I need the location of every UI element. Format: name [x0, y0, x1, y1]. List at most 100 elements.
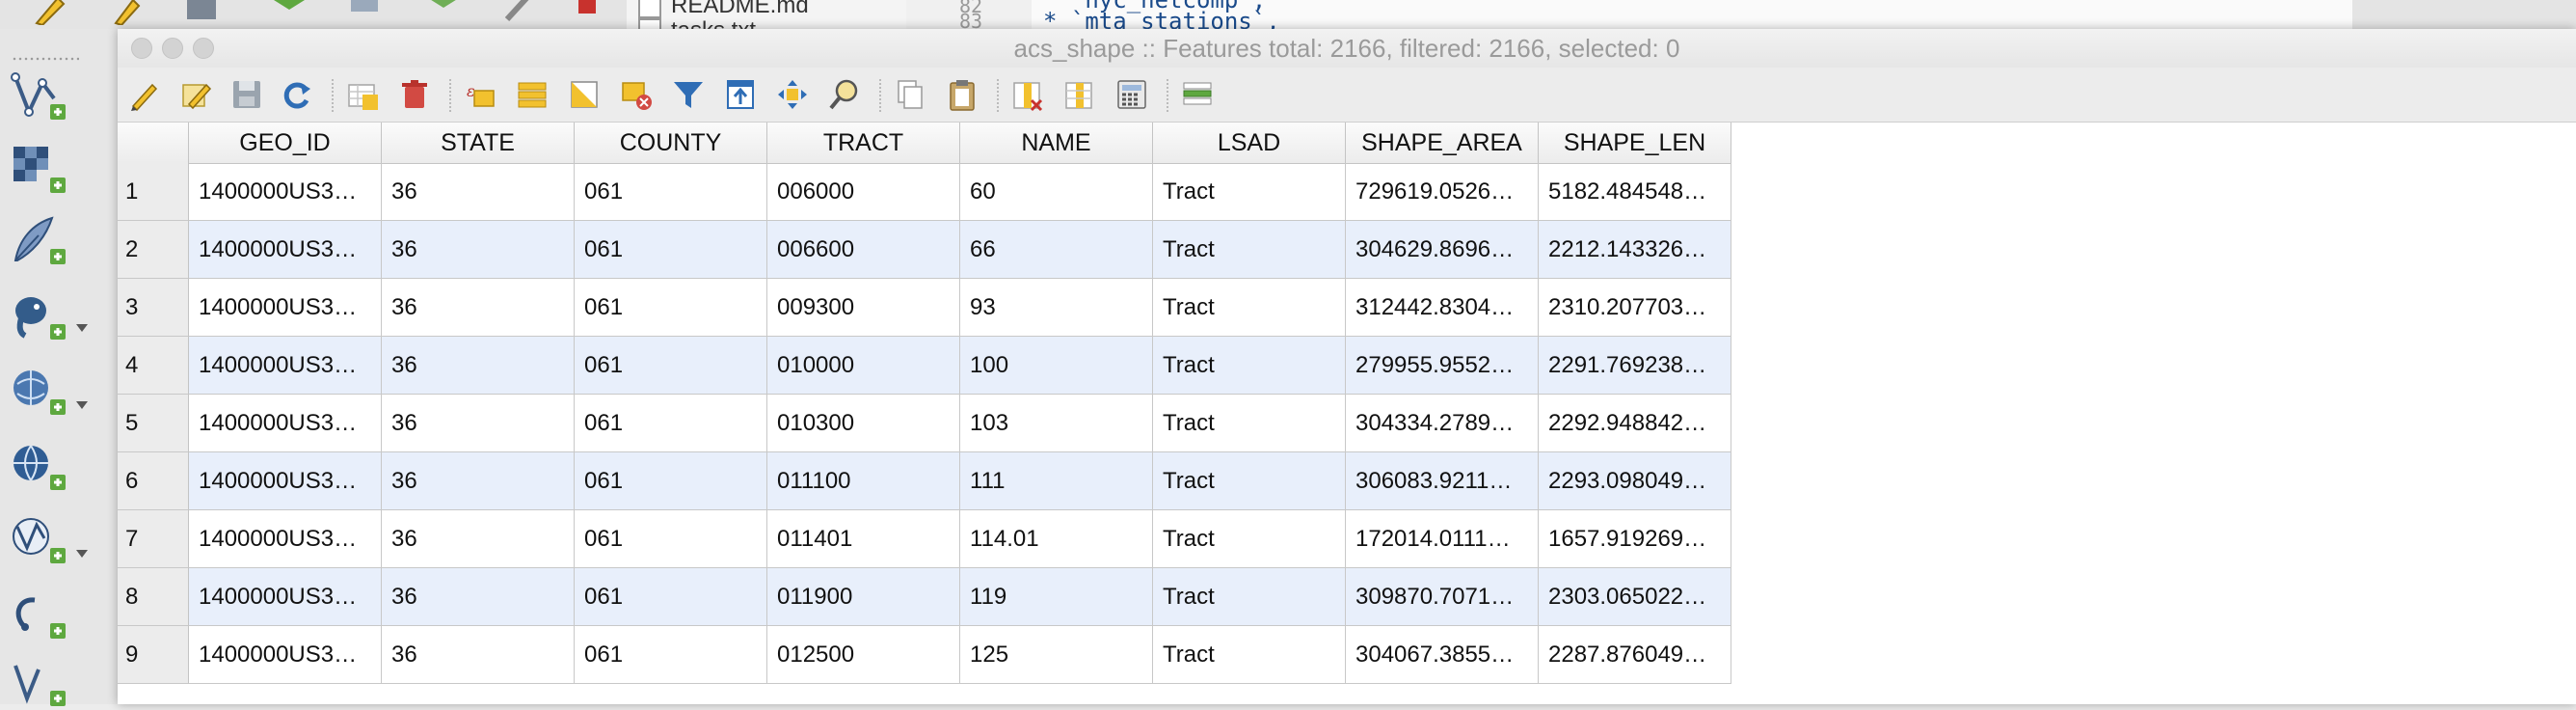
table-cell-shape-len[interactable]: 2310.207703…: [1539, 279, 1731, 337]
table-cell-shape-area[interactable]: 279955.9552…: [1346, 337, 1539, 395]
table-cell-shape-area[interactable]: 309870.7071…: [1346, 568, 1539, 626]
table-cell-lsad[interactable]: Tract: [1153, 279, 1346, 337]
table-cell-state[interactable]: 36: [382, 395, 575, 452]
table-cell-lsad[interactable]: Tract: [1153, 337, 1346, 395]
table-cell-geo-id[interactable]: 1400000US3…: [189, 510, 382, 568]
table-cell-lsad[interactable]: Tract: [1153, 568, 1346, 626]
row-number[interactable]: 8: [118, 568, 189, 626]
table-cell-state[interactable]: 36: [382, 452, 575, 510]
table-cell-shape-area[interactable]: 312442.8304…: [1346, 279, 1539, 337]
table-cell-name[interactable]: 60: [960, 163, 1153, 221]
column-header-lsad[interactable]: LSAD: [1153, 123, 1346, 163]
table-cell-name[interactable]: 111: [960, 452, 1153, 510]
table-cell-county[interactable]: 061: [575, 279, 767, 337]
table-cell-state[interactable]: 36: [382, 568, 575, 626]
open-field-calculator-button[interactable]: [1114, 77, 1149, 112]
table-cell-shape-len[interactable]: 1657.919269…: [1539, 510, 1731, 568]
table-cell-county[interactable]: 061: [575, 452, 767, 510]
add-spatialite-layer-button[interactable]: [8, 365, 77, 419]
add-postgis-layer-button[interactable]: [8, 289, 77, 343]
table-row[interactable]: 7 1400000US3… 36 061 011401 114.01 Tract 172014…: [118, 510, 1731, 568]
add-vector-layer-button[interactable]: [8, 69, 77, 123]
reload-table-button[interactable]: [280, 77, 314, 112]
deselect-all-button[interactable]: [619, 77, 654, 112]
table-cell-lsad[interactable]: Tract: [1153, 510, 1346, 568]
table-row[interactable]: 4 1400000US3… 36 061 010000 100 Tract 279955.95…: [118, 337, 1731, 395]
toolbar-grip[interactable]: [12, 56, 79, 62]
column-header-geo-id[interactable]: GEO_ID: [189, 123, 382, 163]
table-cell-geo-id[interactable]: 1400000US3…: [189, 163, 382, 221]
table-cell-lsad[interactable]: Tract: [1153, 626, 1346, 684]
table-cell-shape-len[interactable]: 2303.065022…: [1539, 568, 1731, 626]
filter-select-features-button[interactable]: [671, 77, 706, 112]
select-by-expression-button[interactable]: ε: [463, 77, 497, 112]
table-cell-tract[interactable]: 011401: [767, 510, 960, 568]
table-cell-shape-len[interactable]: 2291.769238…: [1539, 337, 1731, 395]
table-cell-county[interactable]: 061: [575, 626, 767, 684]
column-header-county[interactable]: COUNTY: [575, 123, 767, 163]
toggle-editing-button[interactable]: [127, 77, 162, 112]
table-cell-shape-len[interactable]: 5182.484548…: [1539, 163, 1731, 221]
table-cell-tract[interactable]: 009300: [767, 279, 960, 337]
table-cell-county[interactable]: 061: [575, 337, 767, 395]
save-edits-button[interactable]: [229, 77, 264, 112]
table-cell-tract[interactable]: 011900: [767, 568, 960, 626]
table-cell-tract[interactable]: 010300: [767, 395, 960, 452]
new-field-button[interactable]: [1062, 77, 1097, 112]
delete-selected-features-button[interactable]: [397, 77, 432, 112]
table-cell-tract[interactable]: 012500: [767, 626, 960, 684]
row-number[interactable]: 6: [118, 452, 189, 510]
table-row[interactable]: 9 1400000US3… 36 061 012500 125 Tract 304067.38…: [118, 626, 1731, 684]
add-feature-button[interactable]: [345, 77, 380, 112]
invert-selection-button[interactable]: [567, 77, 602, 112]
table-cell-lsad[interactable]: Tract: [1153, 452, 1346, 510]
chevron-down-icon[interactable]: [75, 548, 89, 560]
row-number[interactable]: 7: [118, 510, 189, 568]
table-cell-geo-id[interactable]: 1400000US3…: [189, 337, 382, 395]
table-cell-geo-id[interactable]: 1400000US3…: [189, 568, 382, 626]
table-cell-lsad[interactable]: Tract: [1153, 395, 1346, 452]
table-row[interactable]: 2 1400000US3… 36 061 006600 66 Tract 304629.869…: [118, 221, 1731, 279]
toggle-multi-edit-button[interactable]: [179, 77, 214, 112]
add-wfs-layer-button[interactable]: [8, 513, 77, 567]
table-row[interactable]: 3 1400000US3… 36 061 009300 93 Tract 312442.830…: [118, 279, 1731, 337]
table-cell-name[interactable]: 66: [960, 221, 1153, 279]
add-raster-layer-button[interactable]: [8, 143, 77, 197]
table-cell-state[interactable]: 36: [382, 279, 575, 337]
table-row[interactable]: 8 1400000US3… 36 061 011900 119 Tract 309870.70…: [118, 568, 1731, 626]
table-cell-shape-area[interactable]: 304067.3855…: [1346, 626, 1539, 684]
add-virtual-layer-button[interactable]: [8, 588, 77, 642]
column-header-tract[interactable]: TRACT: [767, 123, 960, 163]
table-cell-tract[interactable]: 011100: [767, 452, 960, 510]
table-row[interactable]: 1 1400000US3… 36 061 006000 60 Tract 729619.052…: [118, 163, 1731, 221]
table-cell-county[interactable]: 061: [575, 163, 767, 221]
table-cell-state[interactable]: 36: [382, 510, 575, 568]
table-cell-shape-len[interactable]: 2292.948842…: [1539, 395, 1731, 452]
column-header-name[interactable]: NAME: [960, 123, 1153, 163]
chevron-down-icon[interactable]: [75, 399, 89, 411]
table-cell-geo-id[interactable]: 1400000US3…: [189, 279, 382, 337]
table-cell-name[interactable]: 93: [960, 279, 1153, 337]
row-number[interactable]: 1: [118, 163, 189, 221]
table-cell-geo-id[interactable]: 1400000US3…: [189, 395, 382, 452]
add-delimited-text-layer-button[interactable]: [8, 214, 77, 268]
table-cell-shape-area[interactable]: 304334.2789…: [1346, 395, 1539, 452]
table-cell-state[interactable]: 36: [382, 221, 575, 279]
corner-header[interactable]: [118, 123, 189, 163]
chevron-down-icon[interactable]: [75, 322, 89, 334]
table-cell-tract[interactable]: 006600: [767, 221, 960, 279]
table-cell-name[interactable]: 100: [960, 337, 1153, 395]
table-cell-state[interactable]: 36: [382, 163, 575, 221]
column-header-shape-area[interactable]: SHAPE_AREA: [1346, 123, 1539, 163]
zoom-to-selected-button[interactable]: [827, 77, 862, 112]
table-cell-name[interactable]: 119: [960, 568, 1153, 626]
table-cell-name[interactable]: 103: [960, 395, 1153, 452]
table-cell-tract[interactable]: 006000: [767, 163, 960, 221]
copy-selected-rows-button[interactable]: [893, 77, 927, 112]
row-number[interactable]: 9: [118, 626, 189, 684]
add-wms-layer-button[interactable]: [8, 440, 77, 494]
row-number[interactable]: 4: [118, 337, 189, 395]
table-cell-state[interactable]: 36: [382, 626, 575, 684]
row-number[interactable]: 2: [118, 221, 189, 279]
table-cell-county[interactable]: 061: [575, 221, 767, 279]
